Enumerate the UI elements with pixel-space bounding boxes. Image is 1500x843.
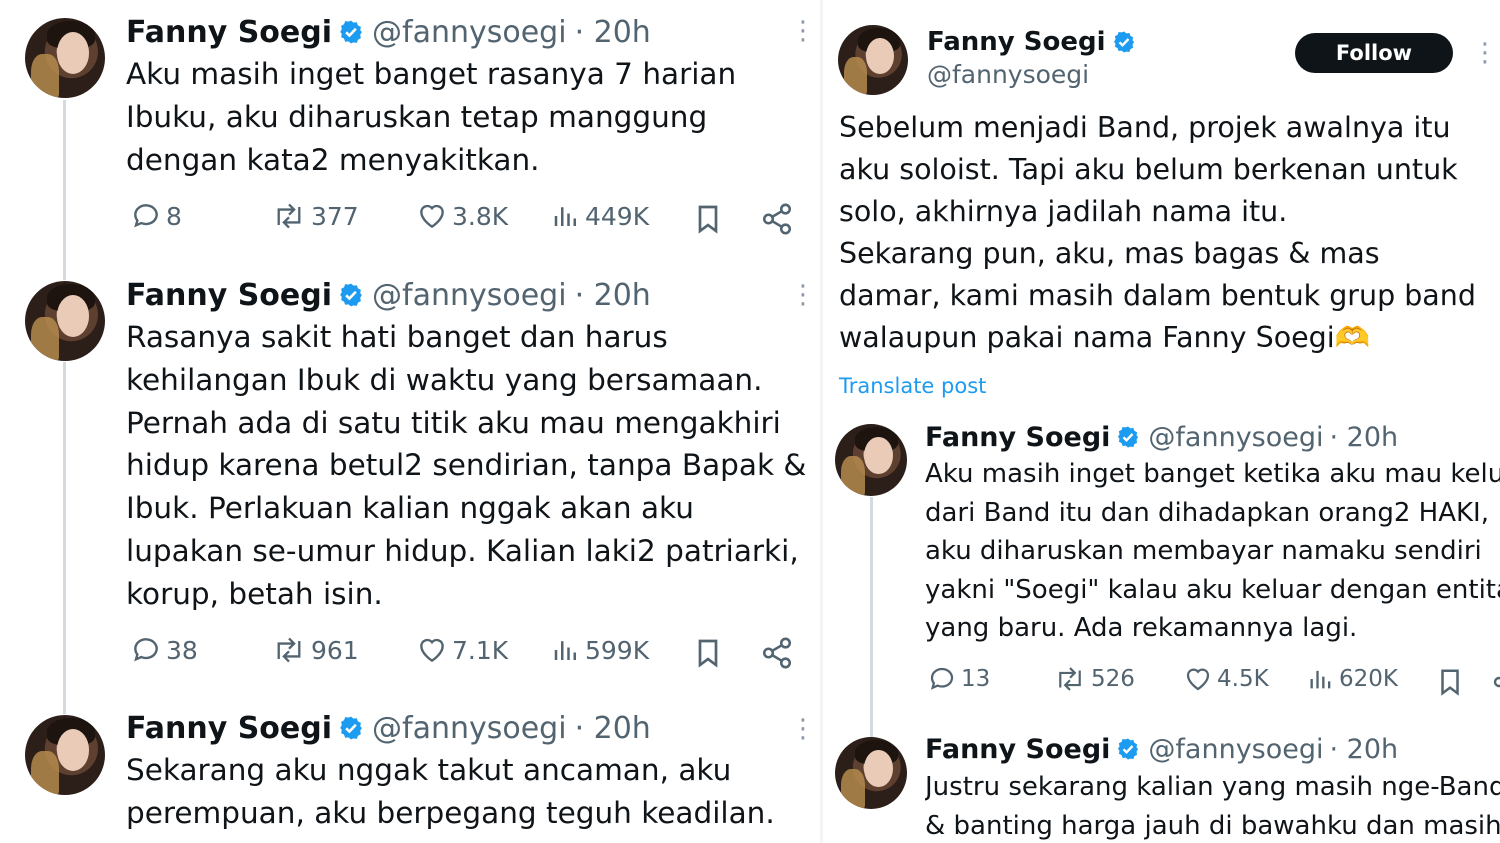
repost-icon — [1059, 667, 1081, 691]
bookmark-icon[interactable] — [692, 202, 724, 236]
heart-icon — [420, 204, 444, 229]
avatar[interactable] — [838, 25, 908, 95]
views-button[interactable]: 620K — [1307, 664, 1398, 694]
reply-count: 13 — [961, 666, 991, 692]
tweet-text: Rasanya sakit hati banget dan harus kehi… — [126, 320, 807, 611]
view-count: 620K — [1339, 666, 1398, 692]
repost-button[interactable]: 377 — [271, 200, 359, 232]
verified-badge-icon — [338, 19, 364, 45]
tweet-text: Justru sekarang kalian yang masih nge-Ba… — [925, 772, 1500, 841]
reply-icon — [134, 638, 158, 662]
repost-button[interactable]: 961 — [271, 634, 359, 666]
reply-button[interactable]: 38 — [130, 634, 198, 666]
verified-badge-icon — [338, 282, 364, 308]
more-icon[interactable]: ⋮ — [1472, 40, 1498, 66]
verified-badge-icon — [1112, 30, 1136, 54]
author-name[interactable]: Fanny Soegi — [126, 711, 332, 746]
author-name[interactable]: Fanny Soegi — [126, 278, 332, 313]
reply-count: 38 — [166, 635, 198, 665]
thread-line — [63, 362, 66, 714]
author-handle[interactable]: @fannysoegi — [927, 60, 1089, 89]
tweet-time[interactable]: · 20h — [1330, 734, 1399, 765]
verified-badge-icon — [1116, 425, 1140, 449]
like-button[interactable]: 7.1K — [416, 634, 508, 666]
more-icon[interactable]: ⋮ — [790, 716, 816, 742]
share-icon[interactable] — [1491, 666, 1500, 698]
thread-line — [870, 497, 873, 737]
tweet-actions: 8 377 3.8K 449K — [126, 200, 806, 240]
left-screenshot-panel: Fanny Soegi @fannysoegi · 20h ⋮ Aku masi… — [0, 0, 820, 843]
tweet-header: Fanny Soegi @fannysoegi · 20h — [925, 731, 1398, 767]
repost-count: 526 — [1091, 666, 1135, 692]
views-button[interactable]: 599K — [551, 634, 649, 666]
view-count: 449K — [585, 201, 650, 231]
author-name[interactable]: Fanny Soegi — [927, 27, 1106, 57]
tweet-header: Fanny Soegi @fannysoegi · 20h — [126, 275, 651, 315]
reply-icon — [930, 667, 954, 690]
tweet-time[interactable]: · 20h — [575, 711, 651, 746]
author-handle[interactable]: @fannysoegi — [372, 278, 567, 313]
reply-button[interactable]: 8 — [130, 200, 182, 232]
post-text: Sebelum menjadi Band, projek awalnya itu… — [839, 111, 1476, 354]
avatar[interactable] — [25, 715, 105, 795]
heart-icon — [420, 638, 444, 663]
more-icon[interactable]: ⋮ — [790, 282, 816, 308]
views-icon — [554, 641, 576, 660]
repost-count: 377 — [311, 201, 359, 231]
like-count: 7.1K — [452, 635, 509, 665]
tweet-time[interactable]: · 20h — [575, 15, 651, 50]
reply-count: 8 — [166, 201, 182, 231]
avatar[interactable] — [25, 18, 105, 98]
verified-badge-icon — [338, 715, 364, 741]
translate-post-link[interactable]: Translate post — [839, 374, 986, 398]
tweet-actions: 38 961 7.1K 599K — [126, 634, 806, 674]
view-count: 599K — [585, 635, 650, 665]
tweet-time[interactable]: · 20h — [1330, 422, 1399, 453]
like-button[interactable]: 4.5K — [1183, 664, 1269, 694]
more-icon[interactable]: ⋮ — [790, 18, 816, 44]
tweet-header: Fanny Soegi @fannysoegi · 20h — [126, 12, 651, 52]
author-handle[interactable]: @fannysoegi — [372, 15, 567, 50]
author-handle[interactable]: @fannysoegi — [372, 711, 567, 746]
tweet-text: Aku masih inget banget rasanya 7 harian … — [126, 57, 737, 177]
reply-icon — [134, 204, 158, 228]
share-icon[interactable] — [760, 202, 794, 236]
verified-badge-icon — [1116, 737, 1140, 761]
tweet-time[interactable]: · 20h — [575, 278, 651, 313]
repost-icon — [277, 637, 301, 663]
views-icon — [554, 207, 576, 226]
thread-line — [63, 100, 66, 280]
author-name[interactable]: Fanny Soegi — [925, 734, 1110, 765]
reply-button[interactable]: 13 — [927, 664, 990, 694]
repost-icon — [277, 203, 301, 229]
follow-button[interactable]: Follow — [1295, 33, 1453, 73]
like-button[interactable]: 3.8K — [416, 200, 508, 232]
tweet-text: Sekarang aku nggak takut ancaman, aku pe… — [126, 753, 775, 830]
tweet-header: Fanny Soegi @fannysoegi · 20h — [126, 708, 651, 748]
bookmark-icon[interactable] — [692, 636, 724, 670]
avatar[interactable] — [25, 281, 105, 361]
post-author-handle-row: @fannysoegi — [927, 57, 1089, 91]
post-author-name-row: Fanny Soegi — [927, 25, 1144, 59]
views-icon — [1310, 670, 1331, 689]
views-button[interactable]: 449K — [551, 200, 649, 232]
tweet-text: Aku masih inget banget ketika aku mau ke… — [925, 459, 1500, 643]
tweet-actions: 13 526 4.5K 620K — [925, 664, 1500, 704]
author-name[interactable]: Fanny Soegi — [126, 15, 332, 50]
avatar[interactable] — [835, 424, 907, 496]
bookmark-icon[interactable] — [1435, 666, 1465, 698]
repost-button[interactable]: 526 — [1053, 664, 1135, 694]
share-icon[interactable] — [760, 636, 794, 670]
tweet-header: Fanny Soegi @fannysoegi · 20h — [925, 419, 1398, 455]
author-handle[interactable]: @fannysoegi — [1148, 734, 1323, 765]
heart-icon — [1186, 668, 1210, 691]
author-name[interactable]: Fanny Soegi — [925, 422, 1110, 453]
author-handle[interactable]: @fannysoegi — [1148, 422, 1323, 453]
like-count: 3.8K — [452, 201, 509, 231]
like-count: 4.5K — [1217, 666, 1269, 692]
avatar[interactable] — [835, 737, 907, 809]
repost-count: 961 — [311, 635, 359, 665]
